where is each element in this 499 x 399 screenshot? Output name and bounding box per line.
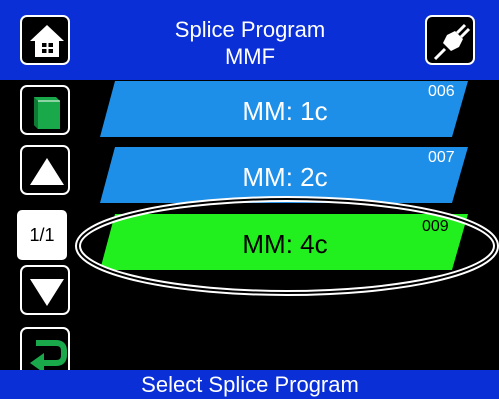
- program-item-2[interactable]: MM: 2c 007: [100, 145, 470, 205]
- program-item-code: 009: [422, 218, 449, 235]
- home-icon: [30, 25, 64, 57]
- book-button[interactable]: [20, 85, 70, 135]
- program-item-3[interactable]: MM: 4c 009: [100, 212, 470, 272]
- program-item-code: 006: [428, 83, 455, 100]
- page-subtitle: MMF: [224, 44, 276, 69]
- book-icon: [34, 97, 60, 129]
- program-item-1[interactable]: MM: 1c 006: [100, 79, 470, 139]
- program-item-label: MM: 1c: [242, 96, 328, 126]
- status-text: Select Splice Program: [141, 372, 359, 397]
- program-item-label: MM: 4c: [242, 229, 328, 259]
- program-item-code: 007: [428, 149, 455, 166]
- footer-bar: Select Splice Program: [0, 370, 499, 399]
- triangle-up-icon: [30, 158, 64, 185]
- plugin-button[interactable]: [425, 15, 475, 65]
- page-indicator: 1/1: [17, 210, 67, 260]
- triangle-down-icon: [30, 279, 64, 306]
- scroll-down-button[interactable]: [20, 265, 70, 315]
- scroll-up-button[interactable]: [20, 145, 70, 195]
- program-item-label: MM: 2c: [242, 162, 328, 192]
- plug-icon: [433, 23, 471, 61]
- splicer-screen: Splice Program MMF 1/1 MM: 1c 006 MM: 2c…: [0, 0, 499, 399]
- page-title: Splice Program: [174, 17, 326, 42]
- home-button[interactable]: [20, 15, 70, 65]
